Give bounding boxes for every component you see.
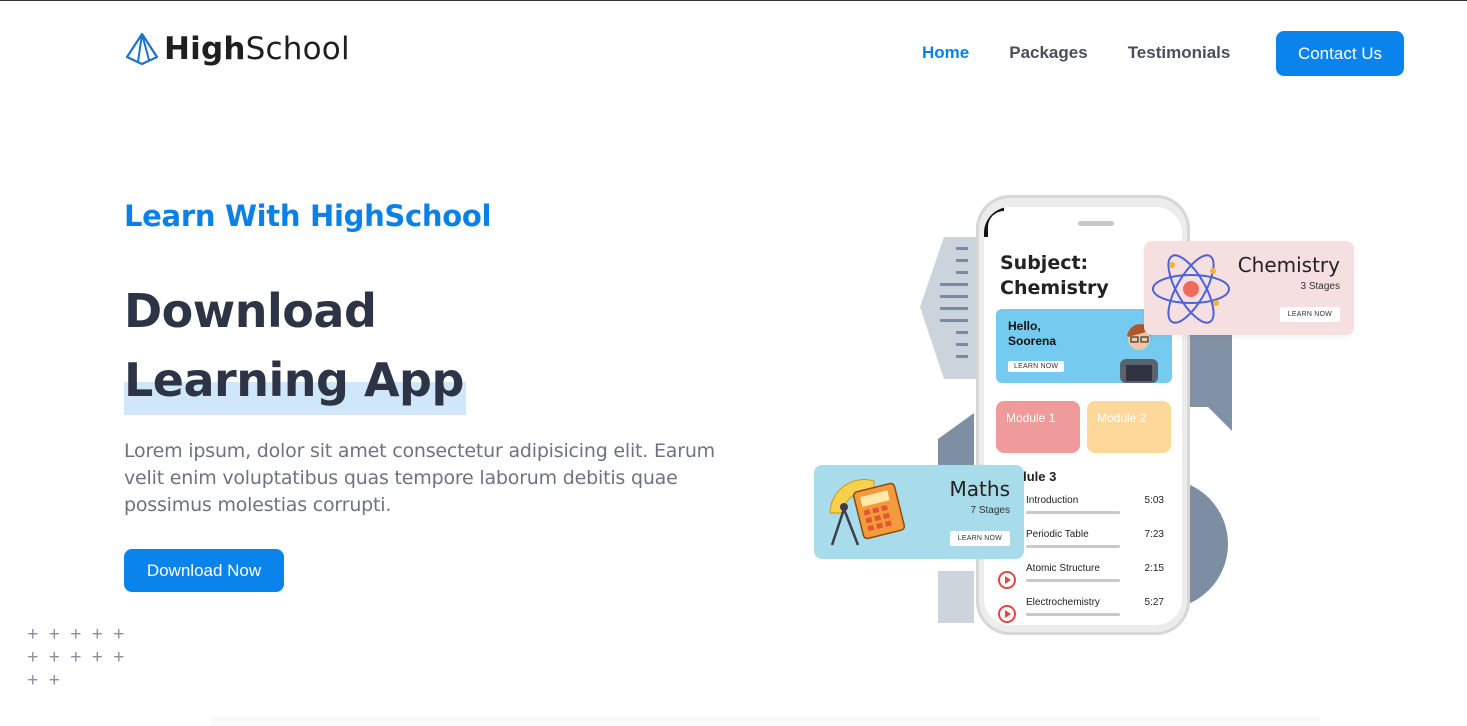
maths-title: Maths [949, 477, 1010, 501]
module-1-card[interactable]: Module 1 [996, 401, 1080, 453]
nav-home-link[interactable]: Home [922, 43, 969, 63]
headline-line-2: Learning App [124, 346, 466, 415]
plus-icon: + [48, 670, 60, 691]
section-divider-shadow [210, 717, 1320, 726]
lesson-title: Introduction [1026, 495, 1079, 506]
top-navigation: HighSchool Home Packages Testimonials Co… [0, 1, 1467, 101]
plus-icon: + [27, 624, 39, 645]
lesson-title: Periodic Table [1026, 529, 1089, 540]
lesson-title: Atomic Structure [1026, 563, 1100, 574]
plus-icon: + [48, 647, 60, 668]
app-illustration: Subject: Chemistry Hello, Soorena LEARN … [814, 191, 1374, 641]
hero-eyebrow: Learn With HighSchool [124, 199, 492, 233]
lesson-progress-bar [1026, 511, 1120, 514]
module-2-card[interactable]: Module 2 [1087, 401, 1171, 453]
play-icon[interactable] [998, 571, 1016, 589]
lesson-progress-bar [1026, 613, 1120, 616]
atom-icon [1152, 254, 1230, 324]
plus-icon: + [70, 624, 82, 645]
download-now-button[interactable]: Download Now [124, 549, 284, 592]
lesson-progress-bar [1026, 545, 1120, 548]
brand-name: HighSchool [164, 31, 350, 67]
maths-course-card[interactable]: Maths 7 Stages LEARN NOW [814, 465, 1024, 559]
pyramid-logo-icon [125, 32, 159, 66]
contact-us-button[interactable]: Contact Us [1276, 31, 1404, 76]
chemistry-learn-now-button[interactable]: LEARN NOW [1279, 307, 1340, 322]
plus-icon: + [113, 624, 125, 645]
plus-icon: + [70, 647, 82, 668]
headline-line-1: Download [124, 284, 377, 338]
phone-corner [984, 207, 1004, 237]
phone-speaker [1078, 221, 1114, 226]
lesson-title: Electrochemistry [1026, 597, 1100, 608]
lesson-duration: 7:23 [1144, 529, 1164, 540]
maths-stages: 7 Stages [970, 505, 1010, 516]
brand-logo[interactable]: HighSchool [124, 31, 350, 67]
lesson-duration: 5:27 [1144, 597, 1164, 608]
decorative-plus-grid: + + + + + + + + + + + + [22, 623, 132, 692]
greeting-text: Hello, Soorena [1008, 319, 1056, 349]
greeting-line-2: Soorena [1008, 334, 1057, 348]
lesson-row[interactable]: Electrochemistry 5:27 [998, 597, 1164, 623]
plus-icon: + [113, 647, 125, 668]
subject-label: Subject: [1000, 252, 1089, 274]
lesson-progress-bar [1026, 579, 1120, 582]
greeting-line-1: Hello, [1008, 319, 1041, 333]
subject-heading: Subject: Chemistry [1000, 251, 1109, 301]
plus-icon: + [48, 624, 60, 645]
nav-packages-link[interactable]: Packages [1009, 43, 1087, 63]
hero-description: Lorem ipsum, dolor sit amet consectetur … [124, 440, 715, 516]
lesson-duration: 5:03 [1144, 495, 1164, 506]
lesson-row[interactable]: Atomic Structure 2:15 [998, 563, 1164, 589]
subject-value: Chemistry [1000, 277, 1109, 299]
maths-learn-now-button[interactable]: LEARN NOW [949, 531, 1010, 546]
plus-icon: + [27, 647, 39, 668]
nav-links: Home Packages Testimonials [922, 43, 1270, 63]
nav-testimonials-link[interactable]: Testimonials [1128, 43, 1231, 63]
chemistry-course-card[interactable]: Chemistry 3 Stages LEARN NOW [1144, 241, 1354, 335]
chemistry-stages: 3 Stages [1300, 281, 1340, 292]
hero-headline: Download Learning App [124, 277, 466, 415]
plus-icon: + [91, 624, 103, 645]
plus-icon: + [91, 647, 103, 668]
chemistry-title: Chemistry [1237, 253, 1340, 277]
plus-icon: + [27, 670, 39, 691]
calculator-compass-icon [829, 478, 906, 546]
play-icon[interactable] [998, 605, 1016, 623]
lesson-duration: 2:15 [1144, 563, 1164, 574]
greeting-learn-now-button[interactable]: LEARN NOW [1008, 361, 1065, 372]
